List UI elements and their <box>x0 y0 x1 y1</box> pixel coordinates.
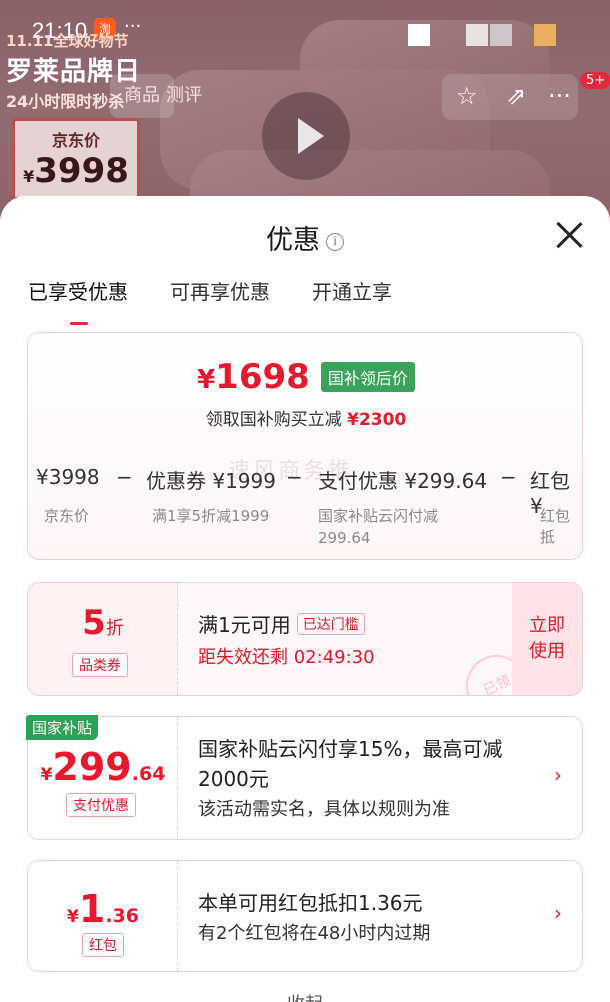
tab-open-enjoy[interactable]: 开通立享 <box>312 276 392 305</box>
coupon-discount: 5折 <box>82 603 124 643</box>
collapse-button[interactable]: 收起 <box>0 990 610 1002</box>
breakdown-label: 京东价 <box>44 507 90 525</box>
star-icon[interactable]: ☆ <box>456 82 478 110</box>
tab-more-discounts[interactable]: 可再享优惠 <box>170 276 270 305</box>
redpacket-line-1: 本单可用红包抵扣1.36元 <box>198 891 423 915</box>
subsidy-price-tag: 国补领后价 <box>320 362 415 392</box>
jd-price-value: ¥3998 <box>23 151 129 191</box>
breakdown-label: 红包抵 <box>540 507 571 546</box>
subsidy-line-1: 国家补贴云闪付享15%，最高可减 <box>198 737 503 761</box>
status-block <box>490 24 512 46</box>
price-summary-card: ¥1698 国补领后价 领取国补购买立减 ¥2300 速风商务推 ¥3998 京… <box>27 332 583 560</box>
message-badge: 5+ <box>580 72 610 89</box>
breakdown-value: ¥3998 <box>36 465 100 489</box>
redpacket-amount: ¥1.36 <box>67 887 139 931</box>
share-icon[interactable]: ⇗ <box>506 82 526 110</box>
breakdown-value: 优惠券 ¥1999 <box>146 469 276 493</box>
breakdown-value: 支付优惠 ¥299.64 <box>318 469 488 493</box>
promo-line-1: 11.11全球好物节 <box>6 32 129 50</box>
minus-sign: − <box>286 465 303 489</box>
coupon-countdown: 距失效还剩 02:49:30 <box>198 647 375 668</box>
subsidy-amount: ¥299.64 <box>40 745 166 789</box>
sheet-title: 优惠 i <box>0 218 610 257</box>
chevron-right-icon[interactable]: › <box>554 901 562 925</box>
coupon-condition: 满1元可用 已达门槛 <box>198 609 365 638</box>
saving-text: 领取国补购买立减 ¥2300 <box>205 410 407 430</box>
info-icon[interactable]: i <box>326 233 344 251</box>
play-video-icon[interactable] <box>262 92 350 180</box>
redpacket-left: ¥1.36 红包 <box>28 861 178 971</box>
coupon-type-badge: 品类券 <box>72 653 128 677</box>
breakdown-label: 满1享5折减1999 <box>152 507 270 525</box>
payment-discount-card[interactable]: ¥299.64 支付优惠 国家补贴云闪付享15%，最高可减 2000元 该活动需… <box>27 716 583 840</box>
jd-price-label: 京东价 <box>51 131 100 150</box>
threshold-badge: 已达门槛 <box>296 613 365 635</box>
status-block <box>408 24 430 46</box>
status-block <box>466 24 488 46</box>
discount-tabs: 已享受优惠 可再享优惠 开通立享 <box>28 276 392 325</box>
red-packet-card[interactable]: ¥1.36 红包 本单可用红包抵扣1.36元 有2个红包将在48小时内过期 › <box>27 860 583 972</box>
final-price: ¥1698 国补领后价 <box>28 357 582 397</box>
jd-price-card: 京东价 ¥3998 <box>12 118 140 200</box>
breakdown-label: 国家补贴云闪付减299.64 <box>318 507 439 547</box>
tab-review[interactable]: 测评 <box>152 74 216 118</box>
minus-sign: − <box>116 465 133 489</box>
national-subsidy-tag: 国家补贴 <box>26 715 99 740</box>
tab-enjoyed[interactable]: 已享受优惠 <box>28 276 128 325</box>
status-block <box>534 24 556 46</box>
chevron-right-icon[interactable]: › <box>554 763 562 787</box>
redpacket-line-2: 有2个红包将在48小时内过期 <box>198 923 431 944</box>
redpacket-type-badge: 红包 <box>82 933 124 957</box>
close-icon[interactable] <box>554 220 584 250</box>
subsidy-note: 该活动需实名，具体以规则为准 <box>198 799 450 820</box>
minus-sign: − <box>500 465 517 489</box>
coupon-left: 5折 品类券 <box>28 583 178 695</box>
subsidy-line-2: 2000元 <box>198 767 269 791</box>
coupon-card[interactable]: 5折 品类券 满1元可用 已达门槛 距失效还剩 02:49:30 已领 立即 使用 <box>27 582 583 696</box>
discount-sheet: 优惠 i 已享受优惠 可再享优惠 开通立享 ¥1698 国补领后价 领取国补购买立… <box>0 196 610 1002</box>
use-now-button[interactable]: 立即 使用 <box>512 583 582 695</box>
more-icon[interactable]: ··· <box>548 82 571 110</box>
subsidy-type-badge: 支付优惠 <box>66 793 136 817</box>
